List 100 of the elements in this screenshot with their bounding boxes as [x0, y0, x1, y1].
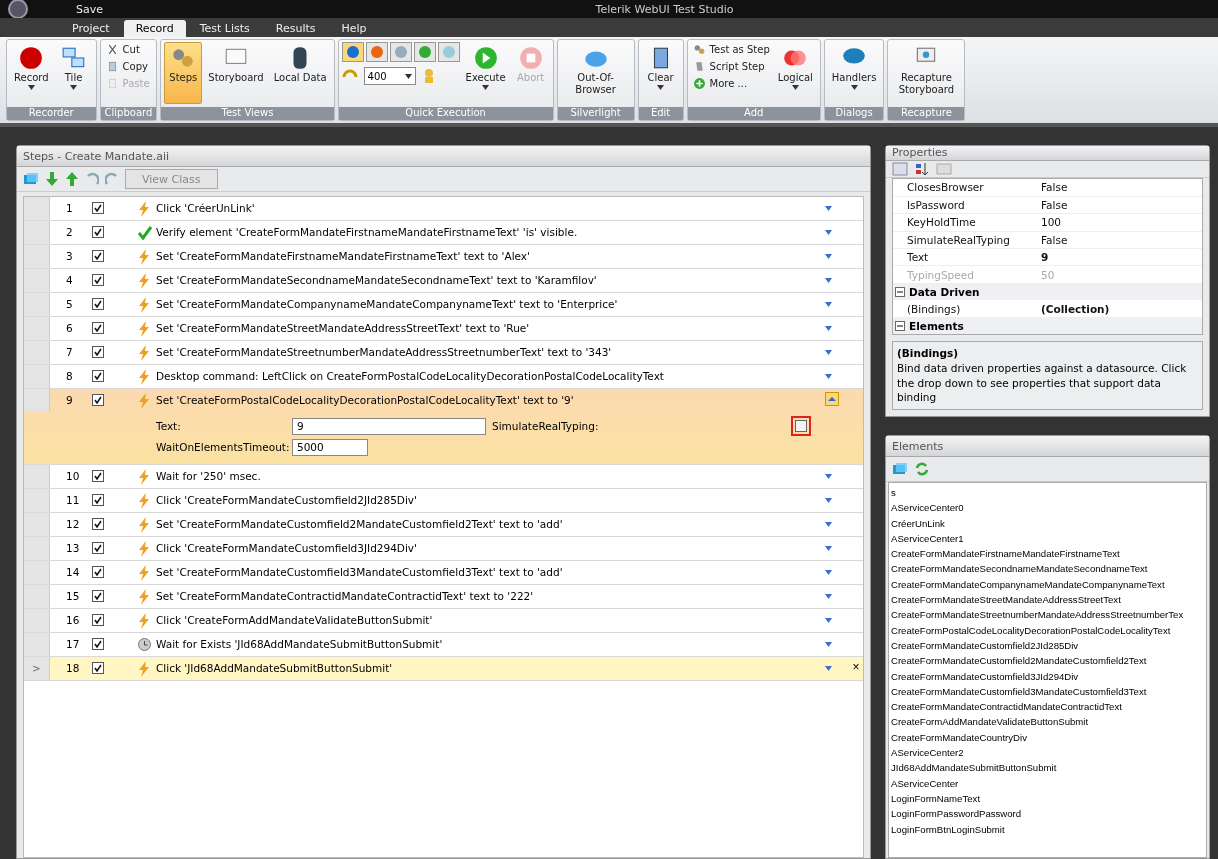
- element-item[interactable]: s: [891, 485, 1206, 501]
- step-checkbox[interactable]: [92, 274, 104, 286]
- dropdown-icon[interactable]: [825, 666, 832, 671]
- step-checkbox[interactable]: [92, 346, 104, 358]
- step-checkbox[interactable]: [92, 662, 104, 674]
- step-row[interactable]: 15 Set 'CreateFormMandateContractidMandateContractidText' text to '222': [24, 585, 863, 609]
- step-row[interactable]: 8 Desktop command: LeftClick on CreateFormPostalCodeLocalityDecorationPostalCodeLocalityText: [24, 365, 863, 389]
- step-checkbox[interactable]: [92, 202, 104, 214]
- element-item[interactable]: CreateFormMandateCustomfield3JId294Div: [891, 668, 1206, 684]
- dropdown-icon[interactable]: [825, 374, 832, 379]
- step-checkbox[interactable]: [92, 542, 104, 554]
- element-item[interactable]: CreateFormMandateCustomfield2MandateCustomfield2Text: [891, 653, 1206, 669]
- dropdown-icon[interactable]: [825, 302, 832, 307]
- step-row[interactable]: 11 Click 'CreateFormMandateCustomfield2JId285Div': [24, 489, 863, 513]
- delete-button[interactable]: ×: [849, 657, 863, 674]
- ribbon-button[interactable]: Execute: [461, 42, 510, 104]
- step-row[interactable]: 4 Set 'CreateFormMandateSecondnameMandateSecondnameText' text to 'Karamfilov': [24, 269, 863, 293]
- element-item[interactable]: AServiceCenter2: [891, 745, 1206, 761]
- step-row[interactable]: 1 Click 'CréerUnLink': [24, 197, 863, 221]
- dropdown-icon[interactable]: [825, 618, 832, 623]
- element-item[interactable]: CreateFormMandateContractidMandateContractidText: [891, 699, 1206, 715]
- sort-icon[interactable]: [914, 162, 930, 176]
- step-checkbox[interactable]: [92, 518, 104, 530]
- step-row[interactable]: > 18 Click 'JId68AddMandateSubmitButtonSubmit' ×: [24, 657, 863, 681]
- collapse-icon[interactable]: [825, 392, 839, 406]
- step-row[interactable]: 2 Verify element 'CreateFormMandateFirstnameMandateFirstnameText' 'is' visible.: [24, 221, 863, 245]
- menu-tab[interactable]: Results: [263, 20, 328, 37]
- collapse-toggle-icon[interactable]: [895, 320, 905, 331]
- step-checkbox[interactable]: [92, 470, 104, 482]
- menu-tab[interactable]: Help: [329, 20, 379, 37]
- element-item[interactable]: AServiceCenter: [891, 775, 1206, 791]
- step-checkbox[interactable]: [92, 494, 104, 506]
- browser-button[interactable]: [341, 42, 364, 62]
- property-value[interactable]: (Collection): [1041, 302, 1202, 315]
- dropdown-icon[interactable]: [825, 206, 832, 211]
- dropdown-icon[interactable]: [825, 254, 832, 259]
- step-row[interactable]: 6 Set 'CreateFormMandateStreetMandateAddressStreetText' text to 'Rue': [24, 317, 863, 341]
- dropdown-icon[interactable]: [825, 350, 832, 355]
- step-checkbox[interactable]: [92, 590, 104, 602]
- ribbon-button[interactable]: Copy: [103, 59, 152, 74]
- step-row[interactable]: 14 Set 'CreateFormMandateCustomfield3MandateCustomfield3Text' text to 'add': [24, 561, 863, 585]
- ribbon-button[interactable]: Out-Of-Browser: [560, 42, 631, 104]
- element-item[interactable]: CreateFormMandateStreetnumberMandateAddressStreetnumberTex: [891, 607, 1206, 623]
- element-item[interactable]: AServiceCenter0: [891, 500, 1206, 516]
- collapse-toggle-icon[interactable]: [895, 287, 905, 298]
- ribbon-button[interactable]: Test as Step: [690, 42, 772, 57]
- step-row[interactable]: 9 Set 'CreateFormPostalCodeLocalityDecorationPostalCodeLocalityText' text to '9' Text: 9 SimulateRealTyping: WaitOnElementsTimeout: 5000: [24, 389, 863, 465]
- menu-tab[interactable]: Record: [123, 20, 186, 37]
- timeout-field[interactable]: 5000: [292, 438, 368, 456]
- ribbon-button[interactable]: Cut: [103, 42, 152, 57]
- dropdown-icon[interactable]: [825, 594, 832, 599]
- menu-tab[interactable]: Test Lists: [187, 20, 262, 37]
- browser-button[interactable]: [437, 42, 460, 62]
- property-value[interactable]: 9: [1041, 251, 1202, 264]
- dropdown-icon[interactable]: [825, 230, 832, 235]
- element-item[interactable]: CreateFormMandateStreetMandateAddressStreetText: [891, 592, 1206, 608]
- step-checkbox[interactable]: [92, 638, 104, 650]
- property-value[interactable]: False: [1041, 181, 1202, 194]
- step-checkbox[interactable]: [92, 250, 104, 262]
- ribbon-button[interactable]: Recapture Storyboard: [891, 42, 962, 104]
- save-button[interactable]: Save: [76, 2, 103, 16]
- step-checkbox[interactable]: [92, 614, 104, 626]
- step-row[interactable]: 16 Click 'CreateFormAddMandateValidateButtonSubmit': [24, 609, 863, 633]
- layers-icon[interactable]: [23, 172, 39, 186]
- step-row[interactable]: 13 Click 'CreateFormMandateCustomfield3JId294Div': [24, 537, 863, 561]
- step-checkbox[interactable]: [92, 370, 104, 382]
- property-value[interactable]: False: [1041, 198, 1202, 211]
- row-header[interactable]: >: [24, 657, 50, 680]
- step-row[interactable]: 12 Set 'CreateFormMandateCustomfield2MandateCustomfield2Text' text to 'add': [24, 513, 863, 537]
- down-arrow-icon[interactable]: [45, 171, 59, 187]
- browser-button[interactable]: [389, 42, 412, 62]
- dropdown-icon[interactable]: [825, 498, 832, 503]
- dropdown-icon[interactable]: [825, 642, 832, 647]
- element-item[interactable]: CreateFormMandateCustomfield3MandateCustomfield3Text: [891, 683, 1206, 700]
- up-arrow-icon[interactable]: [65, 171, 79, 187]
- dropdown-icon[interactable]: [825, 326, 832, 331]
- element-item[interactable]: JId68AddMandateSubmitButtonSubmit: [891, 760, 1206, 776]
- step-row[interactable]: 7 Set 'CreateFormMandateStreetnumberMandateAddressStreetnumberText' text to '343': [24, 341, 863, 365]
- refresh-icon[interactable]: [914, 462, 930, 476]
- element-item[interactable]: CreateFormAddMandateValidateButtonSubmit: [891, 714, 1206, 730]
- ribbon-button[interactable]: Steps: [164, 42, 203, 104]
- speed-dropdown[interactable]: 400: [363, 67, 416, 85]
- ribbon-button[interactable]: Handlers: [827, 42, 881, 104]
- step-checkbox[interactable]: [92, 566, 104, 578]
- dropdown-icon[interactable]: [825, 278, 832, 283]
- property-value[interactable]: False: [1041, 233, 1202, 246]
- element-item[interactable]: CreateFormMandateCustomfield2JId285Div: [891, 637, 1206, 654]
- dropdown-icon[interactable]: [825, 546, 832, 551]
- browser-button[interactable]: [413, 42, 436, 62]
- step-row[interactable]: 10 Wait for '250' msec.: [24, 465, 863, 489]
- element-item[interactable]: LoginFormBtnLoginSubmit: [891, 821, 1206, 837]
- element-item[interactable]: CreateFormMandateFirstnameMandateFirstnameText: [891, 546, 1206, 562]
- property-value[interactable]: 100: [1041, 216, 1202, 229]
- element-item[interactable]: LoginFormNameText: [891, 790, 1206, 807]
- element-item[interactable]: CreateFormMandateSecondnameMandateSecondnameText: [891, 561, 1206, 577]
- dropdown-icon[interactable]: [825, 522, 832, 527]
- element-item[interactable]: CreateFormPostalCodeLocalityDecorationPostalCodeLocalityText: [891, 622, 1206, 638]
- element-item[interactable]: CreateFormMandateCompanynameMandateCompanynameText: [891, 576, 1206, 593]
- step-checkbox[interactable]: [92, 394, 104, 406]
- ribbon-button[interactable]: Clear: [641, 42, 680, 104]
